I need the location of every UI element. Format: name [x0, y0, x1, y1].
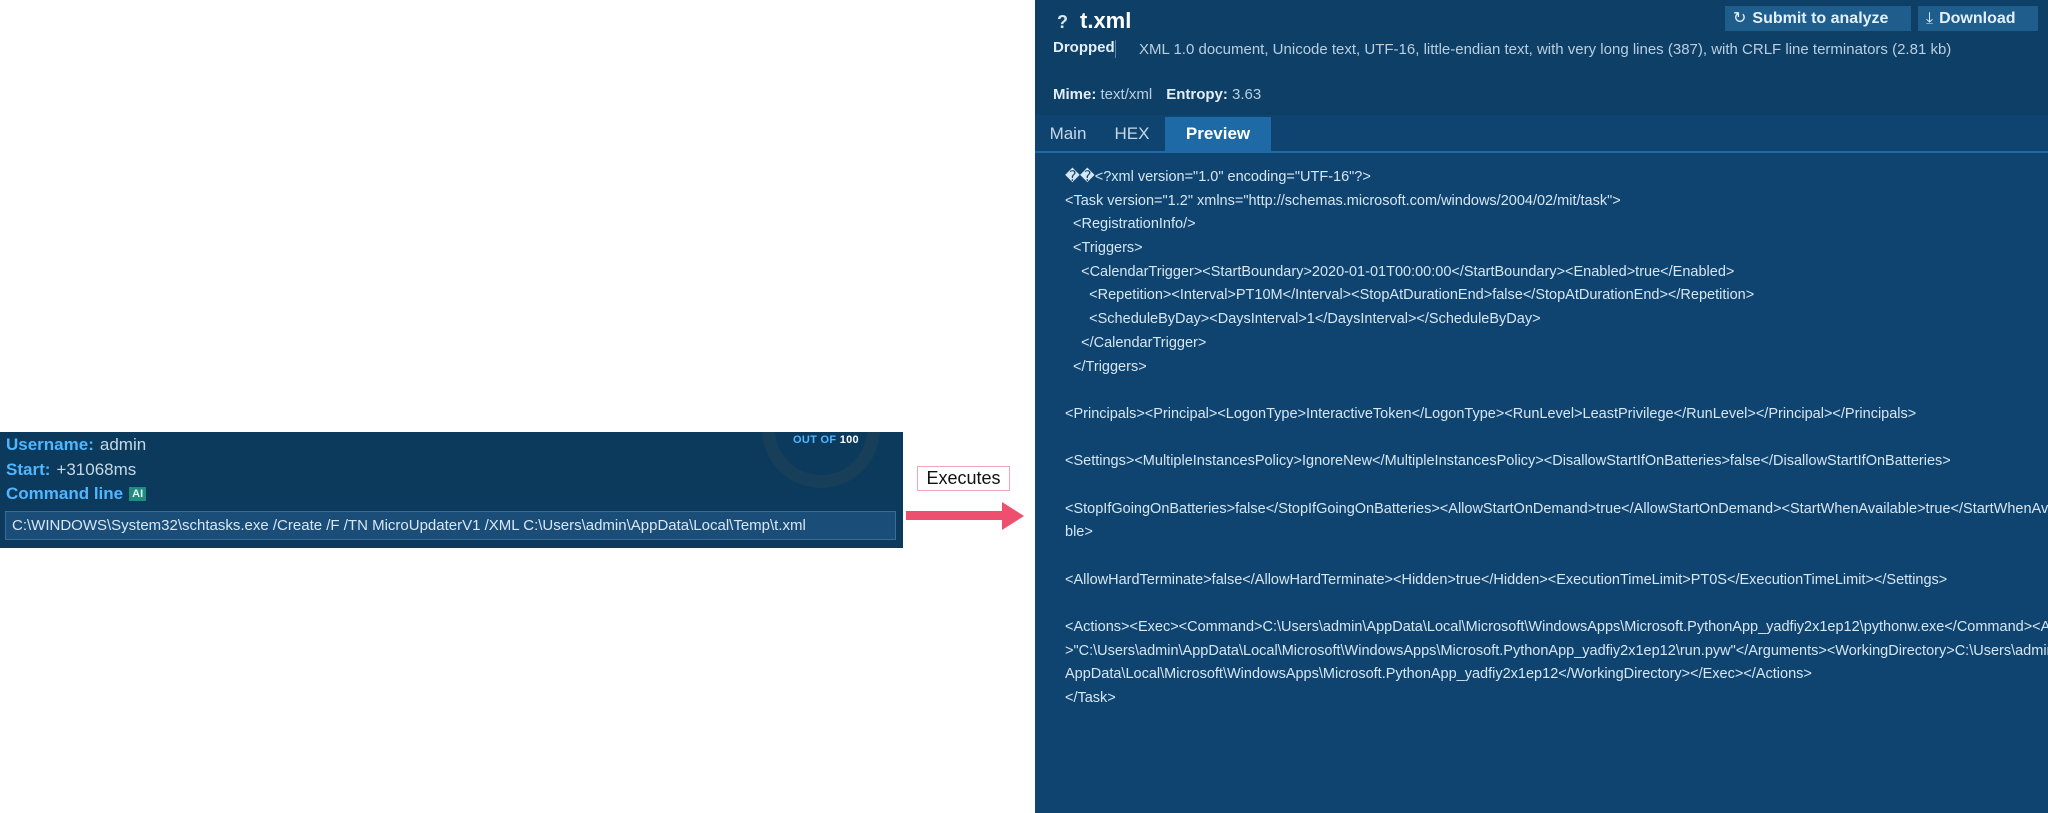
- preview-line: <AllowHardTerminate>false</AllowHardTerm…: [1065, 571, 1948, 588]
- download-icon: ⤓: [1926, 10, 1934, 27]
- preview-blank-line: [1065, 545, 2030, 569]
- download-button[interactable]: ⤓ Download: [1918, 6, 2038, 31]
- preview-line-continuation: AppData\Local\Microsoft\WindowsApps\Micr…: [1065, 666, 1812, 683]
- start-value: +31068ms: [56, 460, 137, 479]
- mime-value: text/xml: [1100, 86, 1153, 103]
- preview-blank-line: [1065, 379, 2030, 403]
- dropped-file-panel: ? t.xml ↻ Submit to analyze ⤓ Download Dro…: [1035, 0, 2048, 813]
- mime-label: Mime:: [1053, 86, 1097, 103]
- entropy-value: 3.63: [1232, 86, 1262, 103]
- dropped-label: Dropped: [1053, 39, 1115, 56]
- preview-blank-line: [1065, 474, 2030, 498]
- file-meta-row: Mime: text/xml Entropy: 3.63: [1053, 86, 1261, 103]
- command-line-row: Command line AI: [6, 484, 147, 504]
- submit-to-analyze-button[interactable]: ↻ Submit to analyze: [1725, 6, 1911, 31]
- file-name: t.xml: [1080, 8, 1132, 33]
- preview-line: <Triggers>: [1065, 240, 1143, 257]
- preview-blank-line: [1065, 592, 2030, 616]
- file-tabs: Main HEX Preview: [1035, 117, 2048, 153]
- username-label: Username:: [6, 435, 94, 454]
- username-row: Username: admin: [6, 435, 146, 455]
- preview-line-continuation: ble>: [1065, 524, 1093, 541]
- xml-preview[interactable]: ��<?xml version="1.0" encoding="UTF-16"?…: [1065, 166, 2048, 711]
- submit-to-analyze-label: Submit to analyze: [1752, 10, 1889, 27]
- command-line-box[interactable]: C:\WINDOWS\System32\schtasks.exe /Create…: [5, 511, 896, 540]
- process-details-panel: OUT OF 100 Username: admin Start: +31068ms…: [0, 432, 903, 548]
- preview-line: <StopIfGoingOnBatteries>false</StopIfGoi…: [1065, 500, 2048, 517]
- preview-line: <RegistrationInfo/>: [1065, 216, 1196, 233]
- preview-line: <Principals><Principal><LogonType>Intera…: [1065, 405, 1917, 422]
- out-of-label: OUT OF: [793, 434, 837, 446]
- right-arrow-icon: [906, 502, 1024, 530]
- preview-blank-line: [1065, 427, 2030, 451]
- preview-line: <CalendarTrigger><StartBoundary>2020-01-…: [1065, 263, 1735, 280]
- refresh-icon: ↻: [1733, 10, 1747, 27]
- download-label: Download: [1939, 10, 2016, 27]
- score-max: 100: [839, 434, 859, 446]
- preview-line: </Task>: [1065, 690, 1116, 707]
- preview-line: <Repetition><Interval>PT10M</Interval><S…: [1065, 287, 1755, 304]
- tab-hex[interactable]: HEX: [1106, 117, 1158, 151]
- threat-score-label: OUT OF 100: [786, 434, 866, 446]
- start-row: Start: +31068ms: [6, 460, 136, 480]
- preview-line-continuation: >"C:\Users\admin\AppData\Local\Microsoft…: [1065, 642, 2048, 659]
- file-description: XML 1.0 document, Unicode text, UTF-16, …: [1139, 41, 1952, 58]
- preview-line: <Task version="1.2" xmlns="http://schema…: [1065, 192, 1621, 209]
- preview-line: ��<?xml version="1.0" encoding="UTF-16"?…: [1065, 169, 1371, 185]
- tab-main[interactable]: Main: [1035, 117, 1101, 151]
- file-header: ? t.xml ↻ Submit to analyze ⤓ Download Dro…: [1035, 0, 2048, 115]
- tab-preview[interactable]: Preview: [1165, 117, 1271, 151]
- entropy-label: Entropy:: [1166, 86, 1228, 103]
- preview-line: <ScheduleByDay><DaysInterval>1</DaysInte…: [1065, 311, 1541, 328]
- question-icon: ?: [1057, 12, 1068, 32]
- preview-line: </CalendarTrigger>: [1065, 334, 1207, 351]
- start-label: Start:: [6, 460, 51, 479]
- executes-label: Executes: [917, 466, 1010, 491]
- preview-line: <Actions><Exec><Command>C:\Users\admin\A…: [1065, 619, 2048, 636]
- preview-line: </Triggers>: [1065, 358, 1147, 375]
- command-line-label: Command line: [6, 484, 124, 503]
- preview-line: <Settings><MultipleInstancesPolicy>Ignor…: [1065, 453, 1951, 470]
- ai-badge[interactable]: AI: [129, 487, 147, 501]
- divider: [1115, 40, 1116, 58]
- username-value: admin: [99, 435, 147, 454]
